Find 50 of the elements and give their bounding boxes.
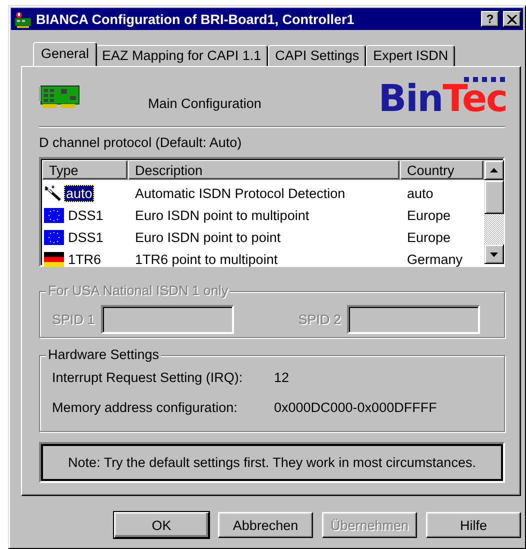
magic-wand-icon bbox=[44, 185, 62, 201]
column-header[interactable]: Country bbox=[400, 160, 484, 180]
field-label: SPID 2 bbox=[298, 312, 341, 326]
table-cell: Euro ISDN point to point bbox=[135, 230, 281, 244]
note-text: Note: Try the default settings first. They work in most circumstances. bbox=[39, 442, 505, 483]
group-title: For USA National ISDN 1 only bbox=[46, 283, 230, 299]
dialog-button[interactable]: OK bbox=[114, 512, 209, 538]
list-item[interactable]: 1TR6 bbox=[66, 250, 104, 268]
close-button[interactable] bbox=[503, 11, 521, 27]
scroll-thumb[interactable] bbox=[484, 180, 504, 214]
eu-flag-icon bbox=[44, 230, 64, 244]
setting-label: Memory address configuration: bbox=[52, 400, 238, 417]
tab[interactable]: General bbox=[33, 42, 98, 66]
setting-value: 12 bbox=[274, 370, 290, 387]
tab[interactable]: EAZ Mapping for CAPI 1.1 bbox=[95, 45, 268, 66]
up-arrow-icon bbox=[490, 168, 498, 172]
down-arrow-icon bbox=[490, 252, 498, 256]
scroll-down-button[interactable] bbox=[484, 244, 504, 264]
table-cell: Europe bbox=[407, 208, 451, 222]
column-header[interactable]: Type bbox=[42, 160, 128, 180]
table-cell: Automatic ISDN Protocol Detection bbox=[135, 186, 346, 200]
tab[interactable]: CAPI Settings bbox=[268, 45, 366, 66]
tab[interactable]: Expert ISDN bbox=[366, 45, 456, 66]
dialog-button[interactable]: Abbrechen bbox=[218, 512, 313, 538]
setting-label: Interrupt Request Setting (IRQ): bbox=[52, 370, 244, 387]
table-cell: Euro ISDN point to multipoint bbox=[135, 208, 310, 222]
column-header[interactable]: Description bbox=[128, 160, 400, 180]
list-item[interactable]: DSS1 bbox=[66, 206, 106, 224]
window-title: BIANCA Configuration of BRI-Board1, Controller1 bbox=[36, 12, 356, 26]
section-title: Main Configuration bbox=[147, 95, 262, 111]
table-cell: auto bbox=[407, 186, 434, 200]
table-cell: Germany bbox=[407, 252, 463, 266]
group-title: Hardware Settings bbox=[46, 347, 162, 363]
table-cell: 1TR6 point to multipoint bbox=[135, 252, 278, 266]
close-icon bbox=[507, 14, 517, 24]
dialog-button[interactable]: Hilfe bbox=[426, 512, 521, 538]
field-label: SPID 1 bbox=[52, 312, 95, 326]
eu-flag-icon bbox=[44, 208, 64, 222]
setting-value: 0x000DC000-0x000DFFFF bbox=[274, 400, 438, 417]
list-item[interactable]: auto bbox=[64, 184, 94, 202]
brand-logo: BinTec bbox=[378, 77, 507, 116]
list-item[interactable]: DSS1 bbox=[66, 228, 106, 246]
table-cell: Europe bbox=[407, 230, 451, 244]
field-label: D channel protocol (Default: Auto) bbox=[39, 135, 243, 150]
scrollbar[interactable] bbox=[484, 160, 504, 264]
german-flag-icon bbox=[44, 252, 64, 266]
network-card-icon bbox=[39, 84, 81, 110]
help-button[interactable]: ? bbox=[481, 11, 499, 27]
scroll-up-button[interactable] bbox=[484, 160, 504, 180]
app-icon bbox=[14, 10, 32, 28]
